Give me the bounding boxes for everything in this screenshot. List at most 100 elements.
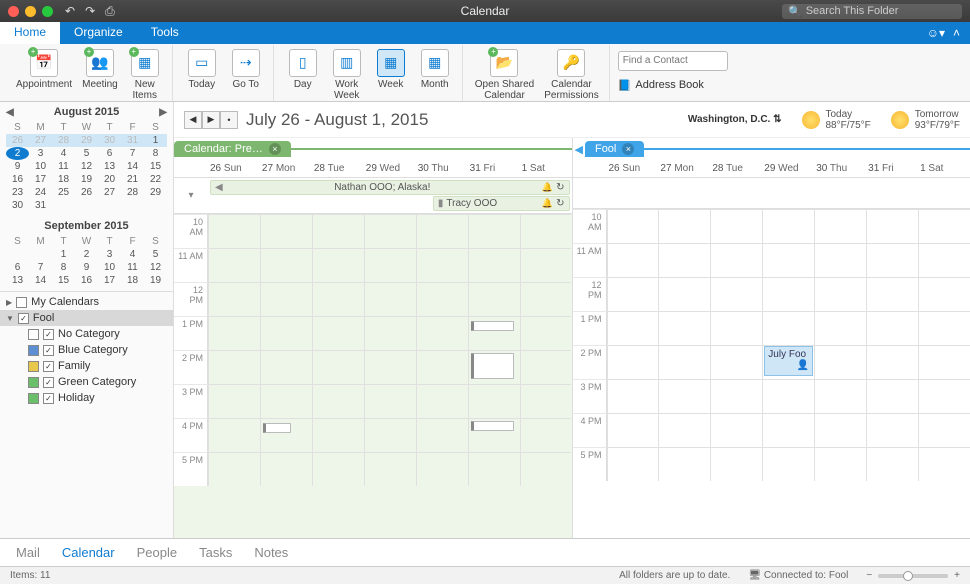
time-cell[interactable] <box>468 316 520 350</box>
day-header[interactable]: 29 Wed <box>364 160 416 177</box>
time-cell[interactable] <box>364 384 416 418</box>
time-cell[interactable] <box>607 413 659 447</box>
time-cell[interactable] <box>866 243 918 277</box>
time-cell[interactable] <box>312 248 364 282</box>
minical-day[interactable]: 29 <box>75 134 98 147</box>
fool-calendar-row[interactable]: ▼Fool <box>0 310 173 326</box>
time-cell[interactable] <box>208 350 260 384</box>
minical-day[interactable]: 10 <box>29 160 52 173</box>
time-cell[interactable] <box>658 311 710 345</box>
time-cell[interactable] <box>260 384 312 418</box>
time-cell[interactable] <box>312 384 364 418</box>
time-cell[interactable] <box>468 418 520 452</box>
allday-event[interactable]: ▮Tracy OOO🔔↻ <box>433 196 570 211</box>
close-icon[interactable]: × <box>269 143 281 155</box>
time-cell[interactable] <box>312 350 364 384</box>
day-header[interactable]: 26 Sun <box>208 160 260 177</box>
time-cell[interactable] <box>866 277 918 311</box>
day-view-button[interactable]: ▯Day <box>282 47 324 92</box>
minical-day[interactable]: 8 <box>144 147 167 160</box>
time-cell[interactable] <box>918 379 970 413</box>
time-cell[interactable] <box>607 209 659 243</box>
minical-day[interactable]: 22 <box>144 173 167 186</box>
minical-day[interactable]: 1 <box>52 248 75 261</box>
time-cell[interactable] <box>866 447 918 481</box>
time-cell[interactable] <box>312 214 364 248</box>
time-cell[interactable] <box>312 316 364 350</box>
time-cell[interactable] <box>607 379 659 413</box>
day-header[interactable]: 28 Tue <box>710 160 762 177</box>
time-cell[interactable] <box>658 345 710 379</box>
minical-day[interactable]: 19 <box>144 274 167 287</box>
time-cell[interactable] <box>762 277 814 311</box>
minical-day[interactable]: 31 <box>29 199 52 212</box>
minical-day[interactable]: 20 <box>98 173 121 186</box>
prev-month-icon[interactable]: ◀ <box>6 107 14 118</box>
find-contact-input[interactable] <box>618 51 728 71</box>
minical-day[interactable]: 29 <box>144 186 167 199</box>
time-cell[interactable] <box>710 243 762 277</box>
time-cell[interactable] <box>710 311 762 345</box>
nav-calendar[interactable]: Calendar <box>62 545 115 560</box>
time-cell[interactable] <box>260 214 312 248</box>
time-cell[interactable] <box>208 282 260 316</box>
minical-day[interactable]: 6 <box>98 147 121 160</box>
day-header[interactable]: 31 Fri <box>468 160 520 177</box>
time-cell[interactable] <box>607 243 659 277</box>
tab-home[interactable]: Home <box>0 22 60 44</box>
workweek-view-button[interactable]: ▥Work Week <box>326 47 368 103</box>
calendar-event[interactable] <box>471 353 514 379</box>
nav-people[interactable]: People <box>137 545 177 560</box>
time-cell[interactable] <box>814 311 866 345</box>
zoom-slider[interactable]: −+ <box>866 570 960 581</box>
minical-day[interactable]: 15 <box>144 160 167 173</box>
time-cell[interactable] <box>260 316 312 350</box>
minical-day[interactable]: 7 <box>121 147 144 160</box>
panel-tab-fool[interactable]: Fool× <box>585 141 644 157</box>
nav-notes[interactable]: Notes <box>254 545 288 560</box>
time-cell[interactable] <box>762 209 814 243</box>
time-cell[interactable] <box>364 248 416 282</box>
minical-day[interactable]: 26 <box>75 186 98 199</box>
minical-day[interactable]: 12 <box>144 261 167 274</box>
smiley-icon[interactable]: ☺▾ <box>927 26 945 40</box>
minical-day[interactable] <box>75 199 98 212</box>
minical-day[interactable]: 17 <box>98 274 121 287</box>
category-row[interactable]: Holiday <box>0 390 173 406</box>
time-cell[interactable] <box>364 316 416 350</box>
next-week-icon[interactable]: ▶ <box>202 111 220 129</box>
time-cell[interactable] <box>520 282 572 316</box>
time-cell[interactable] <box>520 452 572 486</box>
day-header[interactable]: 27 Mon <box>260 160 312 177</box>
time-cell[interactable] <box>260 350 312 384</box>
week-view-button[interactable]: ▦Week <box>370 47 412 92</box>
search-input[interactable] <box>806 5 956 17</box>
category-row[interactable]: Blue Category <box>0 342 173 358</box>
time-grid-left[interactable]: 10 AM11 AM12 PM1 PM2 PM3 PM4 PM5 PM <box>174 214 572 538</box>
minical-day[interactable]: 14 <box>29 274 52 287</box>
close-icon[interactable]: × <box>622 143 634 155</box>
minical-day[interactable]: 24 <box>29 186 52 199</box>
minical-day[interactable]: 4 <box>121 248 144 261</box>
minical-day[interactable]: 13 <box>98 160 121 173</box>
time-cell[interactable] <box>658 209 710 243</box>
day-header[interactable]: 26 Sun <box>607 160 659 177</box>
address-book-button[interactable]: 📘Address Book <box>618 79 704 92</box>
time-cell[interactable] <box>918 277 970 311</box>
category-row[interactable]: Family <box>0 358 173 374</box>
time-cell[interactable] <box>520 350 572 384</box>
minical-day[interactable] <box>144 199 167 212</box>
minical-day[interactable]: 16 <box>6 173 29 186</box>
expand-allday-icon[interactable]: ▾ <box>174 178 208 213</box>
new-items-button[interactable]: +▦New Items <box>124 47 166 103</box>
minical-day[interactable]: 8 <box>52 261 75 274</box>
minical-day[interactable]: 1 <box>144 134 167 147</box>
time-cell[interactable] <box>710 345 762 379</box>
time-cell[interactable] <box>658 447 710 481</box>
time-cell[interactable] <box>762 447 814 481</box>
time-cell[interactable] <box>710 277 762 311</box>
time-cell[interactable] <box>710 379 762 413</box>
minical-day[interactable]: 13 <box>6 274 29 287</box>
minical-day[interactable]: 18 <box>52 173 75 186</box>
time-cell[interactable] <box>866 311 918 345</box>
